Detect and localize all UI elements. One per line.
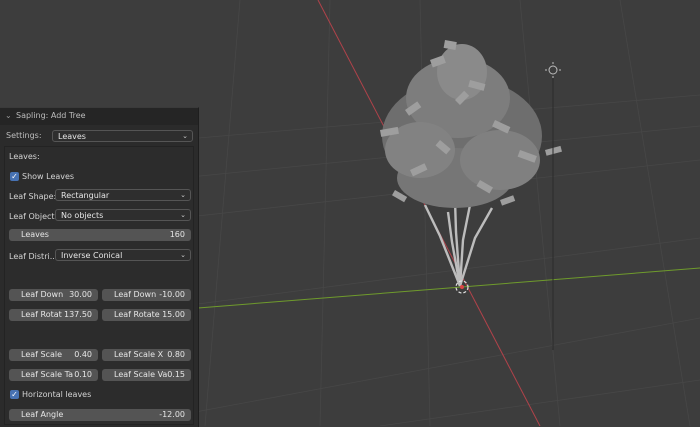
panel-header[interactable]: ⌄ Sapling: Add Tree xyxy=(0,108,198,125)
settings-dropdown[interactable]: Leaves ⌄ xyxy=(52,130,193,142)
leaf-angle-value: -12.00 xyxy=(159,410,185,419)
leaf-down-label: Leaf Down xyxy=(21,290,64,299)
leaf-rotate-value: 137.50 xyxy=(64,310,92,319)
leaves-count-label: Leaves xyxy=(21,230,49,239)
leaf-scale-taper-label: Leaf Scale Ta xyxy=(21,370,74,379)
leaf-down-value: 30.00 xyxy=(69,290,92,299)
chevron-down-icon: ⌄ xyxy=(180,211,186,219)
leaf-object-value: No objects xyxy=(61,211,104,220)
leaf-scale-taper-value: 0.10 xyxy=(74,370,92,379)
leaf-scale-variation-value: 0.15 xyxy=(167,370,185,379)
leaf-distribution-label: Leaf Distri... xyxy=(9,252,58,261)
leaf-scale-taper-field[interactable]: Leaf Scale Ta 0.10 xyxy=(9,369,98,381)
tree-foliage xyxy=(380,39,563,208)
leaf-down-variation-label: Leaf Down xyxy=(114,290,157,299)
leaf-distribution-dropdown[interactable]: Inverse Conical ⌄ xyxy=(55,249,191,261)
leaf-angle-field[interactable]: Leaf Angle -12.00 xyxy=(9,409,191,421)
settings-label: Settings: xyxy=(6,131,42,140)
leaf-scale-value: 0.40 xyxy=(74,350,92,359)
chevron-down-icon: ⌄ xyxy=(182,132,188,140)
leaf-scale-x-label: Leaf Scale X xyxy=(114,350,164,359)
show-leaves-checkbox[interactable]: ✓ xyxy=(10,172,19,181)
leaf-rotate-variation-value: 15.00 xyxy=(162,310,185,319)
leaf-rotate-variation-field[interactable]: Leaf Rotate 15.00 xyxy=(102,309,191,321)
leaf-scale-x-value: 0.80 xyxy=(167,350,185,359)
leaves-section: Leaves: ✓ Show Leaves Leaf Shape: Rectan… xyxy=(4,146,194,425)
leaf-angle-label: Leaf Angle xyxy=(21,410,64,419)
leaves-count-field[interactable]: Leaves 160 xyxy=(9,229,191,241)
y-axis-line xyxy=(197,267,700,309)
leaf-scale-label: Leaf Scale xyxy=(21,350,63,359)
horizontal-leaves-label[interactable]: Horizontal leaves xyxy=(22,390,91,399)
leaf-scale-x-field[interactable]: Leaf Scale X 0.80 xyxy=(102,349,191,361)
leaf-shape-dropdown[interactable]: Rectangular ⌄ xyxy=(55,189,191,201)
leaves-count-value: 160 xyxy=(169,230,185,239)
leaf-down-variation-value: -10.00 xyxy=(159,290,185,299)
leaf-distribution-value: Inverse Conical xyxy=(61,251,123,260)
leaf-down-variation-field[interactable]: Leaf Down -10.00 xyxy=(102,289,191,301)
chevron-down-icon: ⌄ xyxy=(180,191,186,199)
chevron-down-icon[interactable]: ⌄ xyxy=(5,111,12,120)
leaf-down-field[interactable]: Leaf Down 30.00 xyxy=(9,289,98,301)
leaf-scale-variation-field[interactable]: Leaf Scale Va 0.15 xyxy=(102,369,191,381)
operator-panel: ⌄ Sapling: Add Tree Settings: Leaves ⌄ L… xyxy=(0,107,199,427)
leaf-shape-value: Rectangular xyxy=(61,191,110,200)
light-gizmo-icon[interactable] xyxy=(545,62,561,350)
leaf-object-label: Leaf Object: xyxy=(9,212,58,221)
section-title: Leaves: xyxy=(9,152,40,161)
panel-title: Sapling: Add Tree xyxy=(16,111,86,120)
leaf-rotate-label: Leaf Rotat xyxy=(21,310,62,319)
leaf-rotate-field[interactable]: Leaf Rotat 137.50 xyxy=(9,309,98,321)
show-leaves-label[interactable]: Show Leaves xyxy=(22,172,74,181)
horizontal-leaves-checkbox[interactable]: ✓ xyxy=(10,390,19,399)
leaf-scale-field[interactable]: Leaf Scale 0.40 xyxy=(9,349,98,361)
leaf-shape-label: Leaf Shape: xyxy=(9,192,57,201)
leaf-object-dropdown[interactable]: No objects ⌄ xyxy=(55,209,191,221)
chevron-down-icon: ⌄ xyxy=(180,251,186,259)
settings-value: Leaves xyxy=(58,132,86,141)
leaf-rotate-variation-label: Leaf Rotate xyxy=(114,310,160,319)
leaf-scale-variation-label: Leaf Scale Va xyxy=(114,370,168,379)
